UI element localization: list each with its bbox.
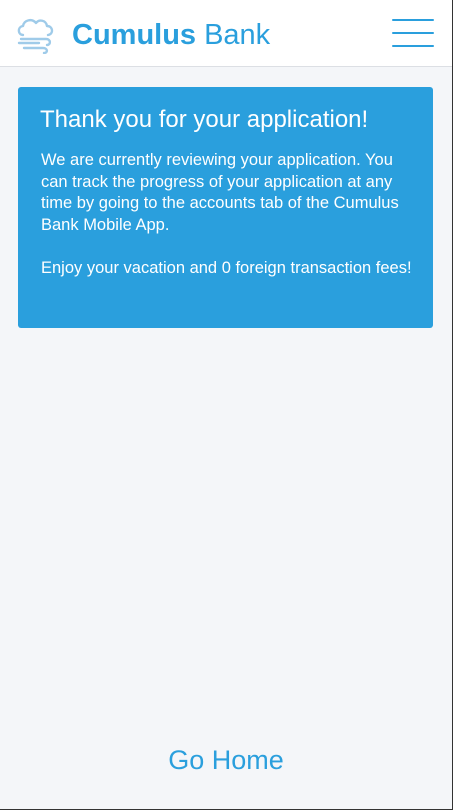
brand-primary: Cumulus	[72, 19, 197, 51]
menu-line	[392, 45, 434, 47]
brand-name: Cumulus Bank	[72, 18, 270, 52]
menu-line	[392, 19, 434, 21]
brand-secondary: Bank	[204, 19, 271, 51]
confirmation-message: We are currently reviewing your applicat…	[41, 151, 399, 234]
go-home-button[interactable]: Go Home	[0, 742, 452, 778]
hamburger-menu-icon[interactable]	[392, 18, 434, 50]
confirmation-body: We are currently reviewing your applicat…	[41, 150, 421, 279]
menu-line	[392, 32, 434, 34]
confirmation-card: Thank you for your application! We are c…	[18, 87, 433, 328]
app-header: Cumulus Bank	[0, 0, 452, 67]
cloud-wind-icon	[17, 18, 54, 54]
confirmation-note: Enjoy your vacation and 0 foreign transa…	[41, 258, 412, 277]
confirmation-title: Thank you for your application!	[40, 106, 369, 133]
